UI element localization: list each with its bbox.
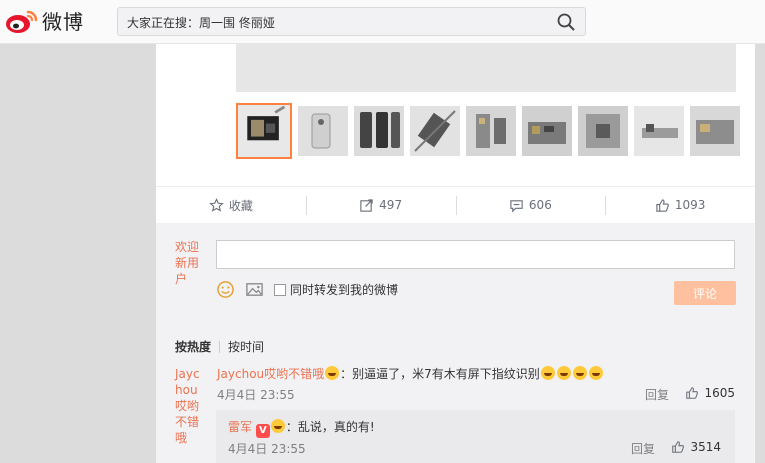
thumbnail-7[interactable]: [578, 106, 628, 156]
sub-comment-content: ：乱说，真的有!: [285, 420, 375, 434]
comment-reply-button[interactable]: 回复: [645, 386, 669, 403]
image-thumbnail-strip: [236, 103, 746, 159]
weibo-logo-icon: [4, 7, 40, 35]
thumbnail-1[interactable]: [236, 103, 292, 159]
laughing-emoji-icon: [588, 366, 603, 380]
comment-date: 4月4日 23:55: [217, 388, 295, 402]
welcome-line-2: 新用: [175, 256, 200, 270]
comment-author[interactable]: Jaychou哎哟不错哦: [217, 367, 324, 381]
verified-badge-icon: V: [255, 424, 270, 438]
comment-like-count: 1605: [704, 386, 735, 400]
brand-name: 微博: [42, 10, 84, 34]
post-action-bar: 收藏 497 606 1093: [156, 186, 755, 223]
thumbs-up-icon: [686, 387, 699, 399]
favorite-button[interactable]: 收藏: [156, 187, 306, 223]
submit-comment-button[interactable]: 评论: [674, 281, 736, 305]
welcome-new-user-link[interactable]: 欢迎 新用 户: [175, 239, 203, 287]
sub-comment-item: 雷军 V ：乱说，真的有! 4月4日 23:55 回复 3514: [216, 410, 735, 463]
comment-text: Jaychou哎哟不错哦 ：别逼逼了，米7有木有屏下指纹识别: [217, 366, 737, 382]
comment-input[interactable]: [216, 240, 735, 269]
thumbnail-9[interactable]: [690, 106, 740, 156]
emoji-icon[interactable]: [216, 280, 235, 299]
sort-by-time-tab[interactable]: 按时间: [228, 338, 264, 355]
like-count: 1093: [674, 198, 706, 212]
comment-like-button[interactable]: 1605: [685, 386, 735, 400]
sub-comment-author[interactable]: 雷军: [228, 420, 252, 434]
thumbs-up-icon: [656, 198, 669, 212]
sub-comment-reply-button[interactable]: 回复: [631, 440, 655, 457]
image-icon[interactable]: [245, 280, 264, 299]
star-icon: [209, 197, 224, 212]
search-bar[interactable]: 大家正在搜：周一围 佟丽娅: [117, 7, 586, 36]
favorite-label: 收藏: [228, 198, 253, 213]
welcome-line-1: 欢迎: [175, 240, 200, 254]
sub-comment-meta: 4月4日 23:55 回复 3514: [228, 440, 723, 457]
repost-icon: [360, 198, 373, 212]
comment-button[interactable]: 606: [455, 187, 606, 223]
compose-toolbar: 同时转发到我的微博: [216, 280, 398, 299]
member-badge-icon: [325, 366, 340, 380]
sub-comment-like-count: 3514: [690, 440, 721, 454]
top-navigation-bar: 微博 大家正在搜：周一围 佟丽娅: [0, 0, 765, 44]
thumbnail-5[interactable]: [466, 106, 516, 156]
repost-button[interactable]: 497: [305, 187, 456, 223]
repost-count: 497: [379, 198, 403, 212]
search-input[interactable]: 大家正在搜：周一围 佟丽娅: [127, 14, 275, 31]
share-to-weibo-label: 同时转发到我的微博: [290, 283, 399, 297]
thumbnail-2[interactable]: [298, 106, 348, 156]
thumbs-up-icon: [672, 441, 685, 453]
comment-count: 606: [528, 198, 552, 212]
sort-divider: [219, 340, 221, 353]
thumbnail-8[interactable]: [634, 106, 684, 156]
search-icon[interactable]: [557, 13, 575, 31]
welcome-line-3: 户: [175, 272, 188, 286]
weibo-post-card: 收藏 497 606 1093 欢迎 新用 户 同时转发到我的微博 评论 按热度…: [156, 0, 755, 463]
sub-comment-text: 雷军 V ：乱说，真的有!: [228, 418, 375, 438]
sort-by-hot-tab[interactable]: 按热度: [175, 338, 211, 355]
sub-comment-like-button[interactable]: 3514: [671, 440, 721, 454]
laughing-emoji-icon: [572, 366, 587, 380]
laughing-emoji-icon: [556, 366, 571, 380]
comment-meta: 4月4日 23:55 回复 1605: [217, 386, 737, 403]
weibo-logo[interactable]: 微博: [4, 6, 84, 35]
main-image[interactable]: [236, 44, 736, 92]
laughing-emoji-icon: [540, 366, 555, 380]
share-to-weibo-checkbox[interactable]: [274, 283, 286, 296]
comment-icon: [510, 199, 523, 212]
comment-section: 欢迎 新用 户 同时转发到我的微博 评论 按热度 按时间 Jaychou哎哟不错…: [156, 223, 755, 463]
thumbnail-3[interactable]: [354, 106, 404, 156]
thumbnail-6[interactable]: [522, 106, 572, 156]
thumbnail-4[interactable]: [410, 106, 460, 156]
like-button[interactable]: 1093: [605, 187, 755, 223]
comment-content: ：别逼逼了，米7有木有屏下指纹识别: [340, 367, 540, 381]
sub-comment-date: 4月4日 23:55: [228, 442, 306, 456]
commenter-avatar-name[interactable]: Jaychou哎哟不错哦: [175, 366, 203, 446]
comment-sort-tabs: 按热度 按时间: [175, 338, 264, 355]
member-badge-icon: [270, 419, 285, 433]
